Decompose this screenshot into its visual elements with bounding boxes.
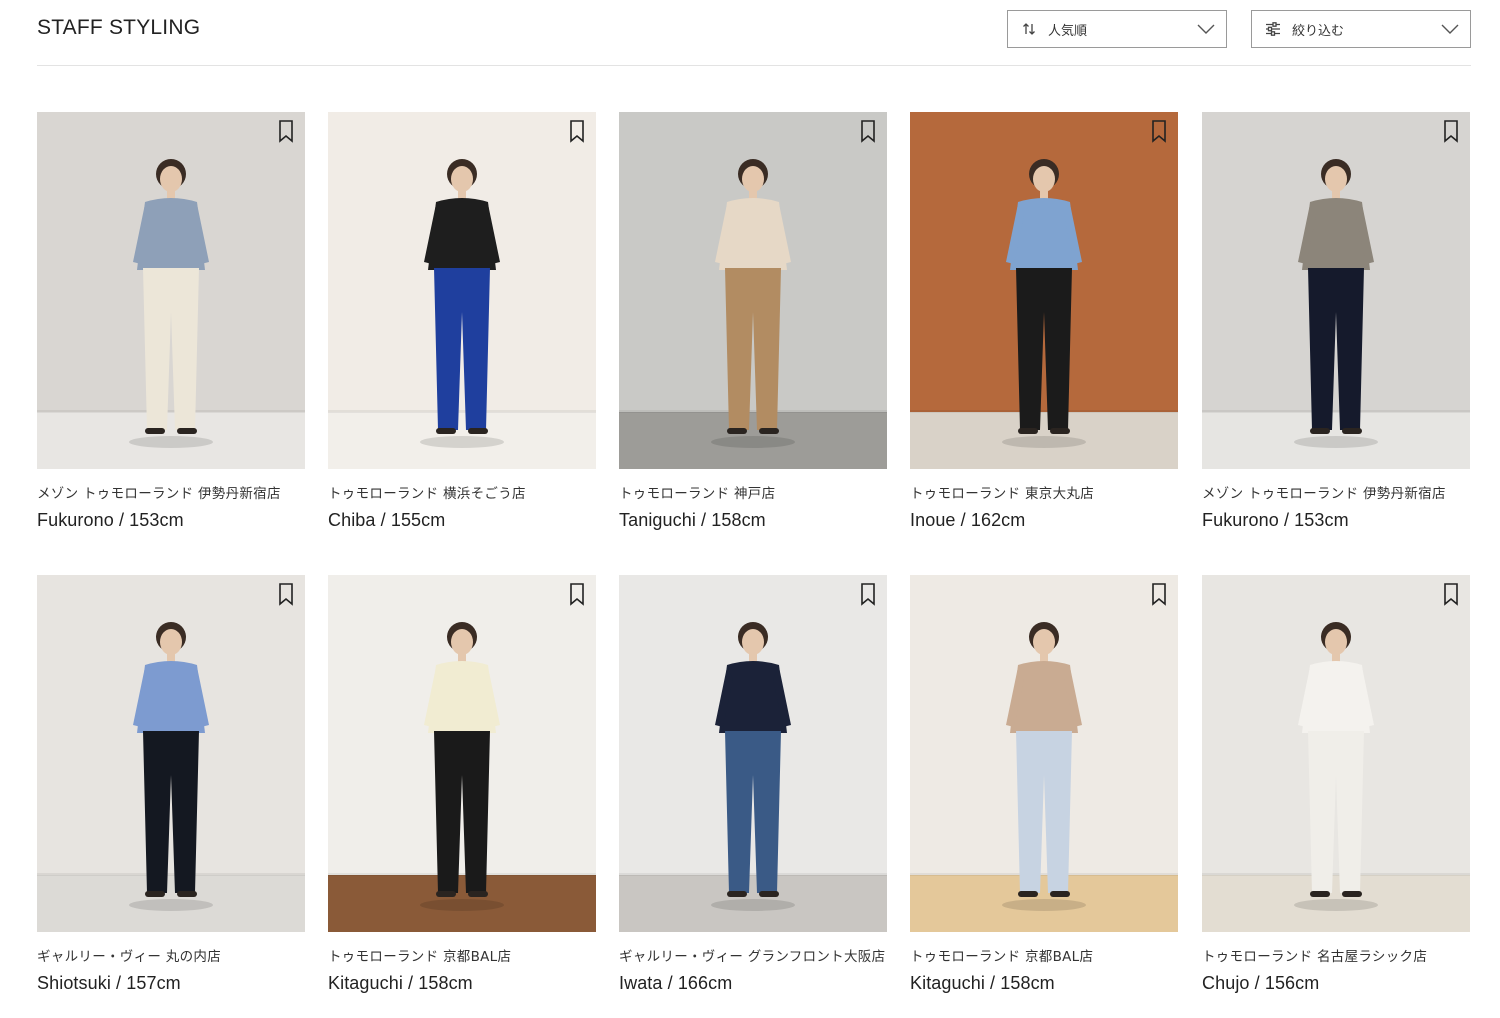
filter-select-label: 絞り込む [1292,23,1345,39]
shop-name: トゥモローランド 京都BAL店 [328,949,512,965]
shop-name: トゥモローランド 名古屋ラシック店 [1202,949,1428,965]
styling-card[interactable]: トゥモローランド 横浜そごう店 Chiba / 155cm [328,112,596,531]
bookmark-icon[interactable] [1149,581,1169,607]
shop-name: メゾン トゥモローランド 伊勢丹新宿店 [1202,486,1446,502]
shop-name: ギャルリー・ヴィー グランフロント大阪店 [619,949,886,965]
styling-card[interactable]: メゾン トゥモローランド 伊勢丹新宿店 Fukurono / 153cm [1202,112,1470,531]
page-header: STAFF STYLING 人気順 絞り込む [37,0,1471,66]
bookmark-icon[interactable] [276,581,296,607]
styling-card[interactable]: ギャルリー・ヴィー グランフロント大阪店 Iwata / 166cm [619,575,887,994]
styling-card[interactable]: ギャルリー・ヴィー 丸の内店 Shiotsuki / 157cm [37,575,305,994]
filter-sliders-icon [1265,21,1281,37]
sort-select-label: 人気順 [1048,23,1088,39]
staff-name-height: Inoue / 162cm [910,510,1026,530]
staff-name-height: Kitaguchi / 158cm [328,973,473,993]
outfit-photo [37,575,305,932]
outfit-photo [910,112,1178,469]
outfit-photo [328,575,596,932]
styling-photo[interactable] [1202,575,1470,932]
styling-card[interactable]: トゥモローランド 東京大丸店 Inoue / 162cm [910,112,1178,531]
styling-card[interactable]: メゾン トゥモローランド 伊勢丹新宿店 Fukurono / 153cm [37,112,305,531]
bookmark-icon[interactable] [858,118,878,144]
styling-photo[interactable] [37,112,305,469]
bookmark-icon[interactable] [1441,581,1461,607]
styling-photo[interactable] [328,112,596,469]
styling-photo[interactable] [619,575,887,932]
shop-name: トゥモローランド 東京大丸店 [910,486,1094,502]
shop-name: トゥモローランド 京都BAL店 [910,949,1094,965]
styling-card[interactable]: トゥモローランド 神戸店 Taniguchi / 158cm [619,112,887,531]
outfit-photo [619,575,887,932]
shop-name: メゾン トゥモローランド 伊勢丹新宿店 [37,486,281,502]
styling-photo[interactable] [910,112,1178,469]
shop-name: ギャルリー・ヴィー 丸の内店 [37,949,221,965]
bookmark-icon[interactable] [1441,118,1461,144]
sort-select[interactable]: 人気順 [1007,10,1227,48]
staff-name-height: Taniguchi / 158cm [619,510,766,530]
styling-photo[interactable] [37,575,305,932]
styling-card[interactable]: トゥモローランド 名古屋ラシック店 Chujo / 156cm [1202,575,1470,994]
bookmark-icon[interactable] [1149,118,1169,144]
staff-name-height: Iwata / 166cm [619,973,733,993]
outfit-photo [619,112,887,469]
outfit-photo [37,112,305,469]
staff-name-height: Chiba / 155cm [328,510,446,530]
chevron-down-icon [1196,20,1216,38]
outfit-photo [1202,575,1470,932]
chevron-down-icon [1440,20,1460,38]
bookmark-icon[interactable] [276,118,296,144]
bookmark-icon[interactable] [567,118,587,144]
outfit-photo [1202,112,1470,469]
shop-name: トゥモローランド 神戸店 [619,486,776,502]
sort-arrows-icon [1021,21,1037,37]
bookmark-icon[interactable] [567,581,587,607]
bookmark-icon[interactable] [858,581,878,607]
filter-select[interactable]: 絞り込む [1251,10,1471,48]
staff-name-height: Kitaguchi / 158cm [910,973,1055,993]
staff-name-height: Fukurono / 153cm [1202,510,1349,530]
outfit-photo [910,575,1178,932]
styling-photo[interactable] [1202,112,1470,469]
styling-card[interactable]: トゥモローランド 京都BAL店 Kitaguchi / 158cm [328,575,596,994]
styling-photo[interactable] [910,575,1178,932]
staff-name-height: Chujo / 156cm [1202,973,1320,993]
shop-name: トゥモローランド 横浜そごう店 [328,486,526,502]
staff-name-height: Shiotsuki / 157cm [37,973,181,993]
styling-photo[interactable] [619,112,887,469]
outfit-photo [328,112,596,469]
staff-name-height: Fukurono / 153cm [37,510,184,530]
styling-card[interactable]: トゥモローランド 京都BAL店 Kitaguchi / 158cm [910,575,1178,994]
page-title: STAFF STYLING [37,16,201,39]
styling-photo[interactable] [328,575,596,932]
